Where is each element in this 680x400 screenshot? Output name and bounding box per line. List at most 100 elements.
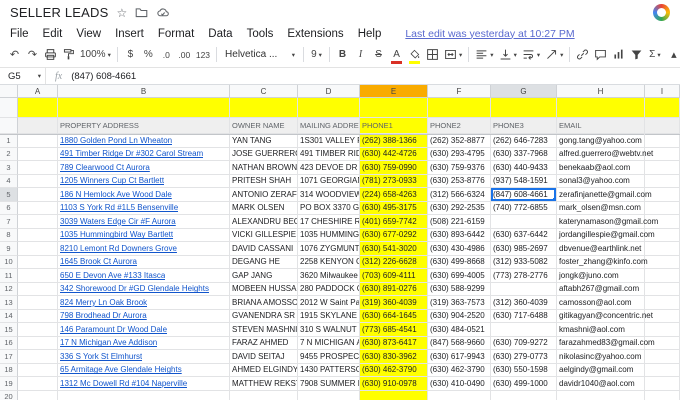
bold-button[interactable]: B [334,45,351,65]
cell-H9[interactable]: dbvenue@earthlink.net [557,242,645,256]
header-cell-G[interactable]: PHONE3 [491,118,557,134]
column-header-F[interactable]: F [428,85,491,97]
cell-H13[interactable]: camosson@aol.com [557,296,645,310]
row-header-4[interactable]: 4 [0,174,18,188]
horizontal-align-button[interactable]: ▾ [473,45,495,65]
cell-F12[interactable]: (630) 588-9299 [428,282,491,296]
cell-A15[interactable] [18,323,58,337]
cell-E12[interactable]: (630) 891-0276 [360,282,428,296]
menu-tools[interactable]: Tools [247,28,274,40]
property-link[interactable]: 65 Armitage Ave Glendale Heights [60,365,182,374]
row-header-5[interactable]: 5 [0,188,18,202]
cell-G3[interactable]: (630) 440-9433 [491,161,557,175]
cell-E18[interactable]: (630) 462-3790 [360,363,428,377]
cell-E8[interactable]: (630) 677-0292 [360,228,428,242]
cell-E5[interactable]: (224) 658-4263 [360,188,428,202]
cell-C17[interactable]: DAVID SEITAJ [230,350,298,364]
cell-G6[interactable]: (740) 772-6855 [491,201,557,215]
header-cell-B[interactable]: PROPERTY ADDRESS [58,118,230,134]
row-header-16[interactable]: 16 [0,336,18,350]
insert-chart-button[interactable] [610,45,627,65]
menu-data[interactable]: Data [208,28,232,40]
header-cell-D[interactable]: MAILING ADDRESS [298,118,360,134]
cell-A9[interactable] [18,242,58,256]
cell-D15[interactable]: 310 S WALNUT S1 [298,323,360,337]
document-title[interactable]: SELLER LEADS [10,5,109,20]
cell-G8[interactable]: (630) 637-6442 [491,228,557,242]
cell-D3[interactable]: 423 DEVOE DR OS [298,161,360,175]
cell-C18[interactable]: AHMED ELGINDY [230,363,298,377]
cell-F13[interactable]: (319) 363-7573 [428,296,491,310]
cell-D17[interactable]: 9455 PROSPECT [298,350,360,364]
cell-I11[interactable] [645,269,680,283]
cell-F1[interactable]: (262) 352-8877 [428,134,491,148]
cell-H17[interactable]: nikolasinc@yahoo.com [557,350,645,364]
cell-D11[interactable]: 3620 Milwaukee A [298,269,360,283]
redo-icon[interactable]: ↷ [24,45,41,65]
property-link[interactable]: 491 Timber Ridge Dr #302 Carol Stream [60,149,203,158]
cell-D13[interactable]: 2012 W Saint Pau [298,296,360,310]
cell-I19[interactable] [645,377,680,391]
cell-E2[interactable]: (630) 442-4726 [360,147,428,161]
format-percent-button[interactable]: % [140,45,157,65]
cell-H1[interactable]: gong.tang@yahoo.com [557,134,645,148]
cell-E4[interactable]: (781) 273-0933 [360,174,428,188]
cell-G2[interactable]: (630) 337-7968 [491,147,557,161]
property-link[interactable]: 824 Merry Ln Oak Brook [60,298,147,307]
cell-C1[interactable]: YAN TANG [230,134,298,148]
cell-F18[interactable]: (630) 462-3790 [428,363,491,377]
row-header-13[interactable]: 13 [0,296,18,310]
cell-B14[interactable]: 798 Brodhead Dr Aurora [58,309,230,323]
cell-G5[interactable]: (847) 608-4661 [491,188,557,202]
cell-I3[interactable] [645,161,680,175]
cell-B3[interactable]: 789 Clearwood Ct Aurora [58,161,230,175]
cell-G10[interactable]: (312) 933-5082 [491,255,557,269]
zoom-dropdown[interactable]: 100% ▾ [78,45,113,65]
banner-cell-D[interactable] [298,98,360,118]
cell-H14[interactable]: gitikagyan@concentric.net [557,309,653,323]
cell-F11[interactable]: (630) 699-4005 [428,269,491,283]
cell-I4[interactable] [645,174,680,188]
cell-E17[interactable]: (630) 830-3962 [360,350,428,364]
cell-I20[interactable] [645,390,680,400]
cell-E3[interactable]: (630) 759-0990 [360,161,428,175]
cell-G16[interactable]: (630) 709-9272 [491,336,557,350]
cell-A16[interactable] [18,336,58,350]
borders-button[interactable] [424,45,441,65]
create-filter-button[interactable] [628,45,645,65]
cell-B20[interactable] [58,390,230,400]
undo-icon[interactable]: ↶ [6,45,23,65]
cell-B13[interactable]: 824 Merry Ln Oak Brook [58,296,230,310]
cell-H11[interactable]: jongk@juno.com [557,269,645,283]
row-header-8[interactable]: 8 [0,228,18,242]
cell-F15[interactable]: (630) 484-0521 [428,323,491,337]
cell-H8[interactable]: jordangillespie@gmail.com [557,228,655,242]
row-header-banner[interactable] [0,98,18,118]
cell-D7[interactable]: 17 CHESHIRE RD [298,215,360,229]
cell-A3[interactable] [18,161,58,175]
cell-F4[interactable]: (630) 253-8776 [428,174,491,188]
cell-G20[interactable] [491,390,557,400]
cell-D2[interactable]: 491 TIMBER RIDG [298,147,360,161]
cell-H6[interactable]: mark_olsen@msn.com [557,201,645,215]
row-header-15[interactable]: 15 [0,323,18,337]
cell-C13[interactable]: BRIANA AMOSSON [230,296,298,310]
cell-D9[interactable]: 1076 ZYGMUNT C [298,242,360,256]
cell-D5[interactable]: 314 WOODVIEW A [298,188,360,202]
star-icon[interactable]: ☆ [117,7,128,19]
text-color-button[interactable]: A [388,45,405,65]
cell-B11[interactable]: 650 E Devon Ave #133 Itasca [58,269,230,283]
cell-C2[interactable]: JOSE GUERRERO [230,147,298,161]
cell-I17[interactable] [645,350,680,364]
italic-button[interactable]: I [352,45,369,65]
cell-B18[interactable]: 65 Armitage Ave Glendale Heights [58,363,230,377]
cell-B19[interactable]: 1312 Mc Dowell Rd #104 Naperville [58,377,230,391]
column-header-D[interactable]: D [298,85,360,97]
cell-E1[interactable]: (262) 388-1366 [360,134,428,148]
cell-C10[interactable]: DEGANG HE [230,255,298,269]
cell-D14[interactable]: 1915 SKYLANE D [298,309,360,323]
more-formats-button[interactable]: 123 [194,45,212,65]
cell-I9[interactable] [645,242,680,256]
cell-G7[interactable] [491,215,557,229]
property-link[interactable]: 146 Paramount Dr Wood Dale [60,325,167,334]
